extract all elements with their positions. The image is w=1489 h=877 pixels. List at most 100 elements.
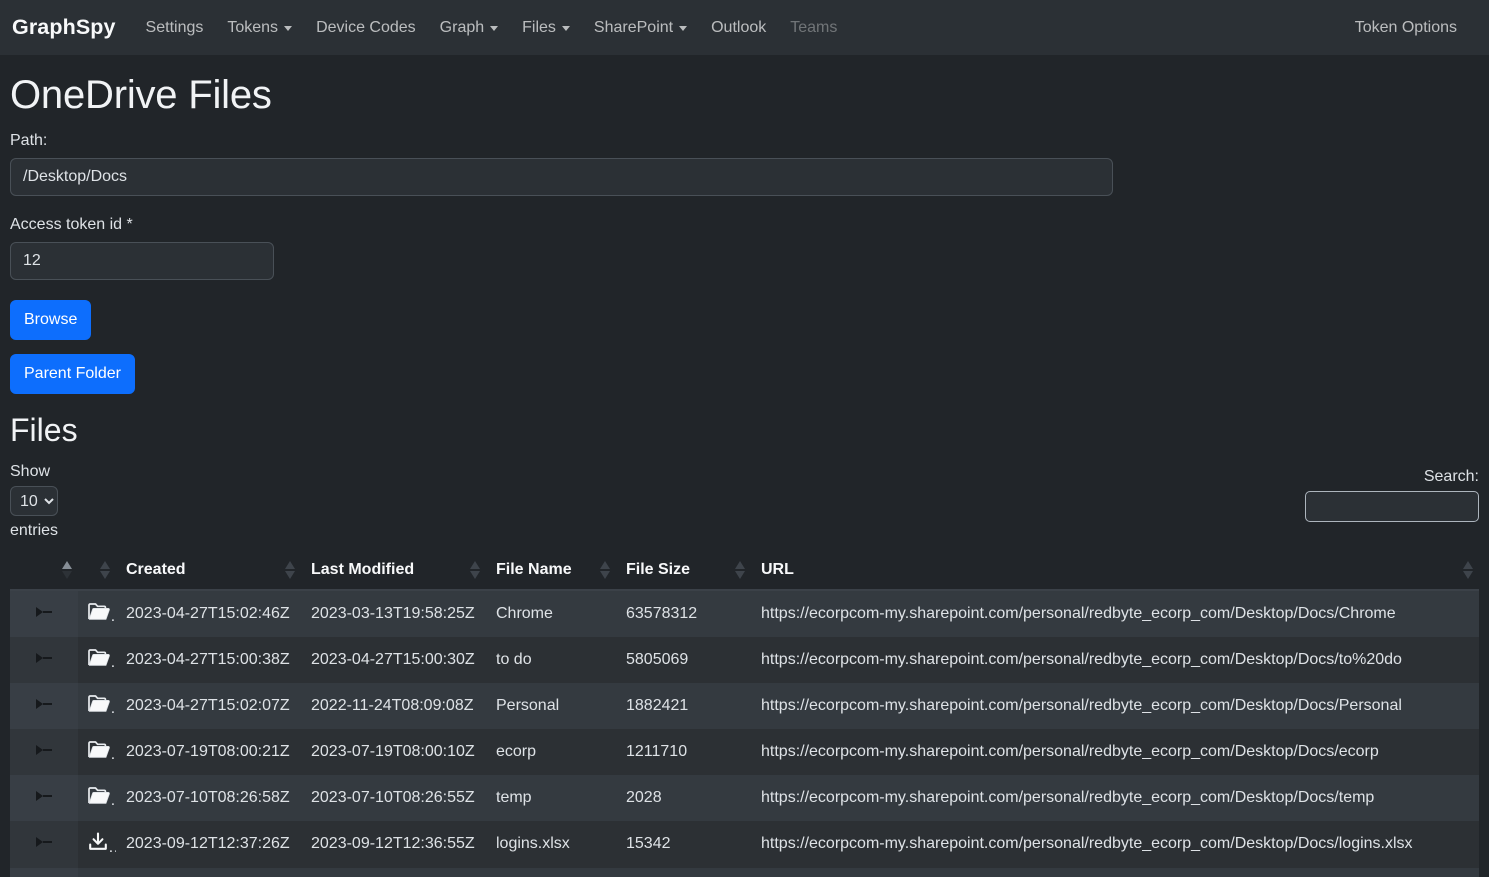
file-url-text[interactable]: https://ecorpcom-my.sharepoint.com/perso… [761, 651, 1402, 668]
sort-indicator-icon[interactable] [1463, 560, 1473, 580]
sort-indicator-icon[interactable] [470, 560, 480, 580]
expand-row-icon[interactable] [36, 606, 56, 618]
entries-label: entries [10, 522, 59, 540]
sort-indicator-icon[interactable] [285, 560, 295, 580]
nav-item-graph[interactable]: Graph [428, 15, 510, 41]
table-row[interactable]: 2023-04-27T15:02:46Z 2023-03-13T19:58:25Z… [10, 589, 1479, 637]
nav-item-label: Tokens [227, 18, 279, 36]
parent-folder-button[interactable]: Parent Folder [10, 354, 135, 394]
table-row[interactable]: 2023-04-27T15:00:38Z 2023-04-27T15:00:30Z… [10, 636, 1479, 683]
cell-url: https://ecorpcom-my.sharepoint.com/perso… [751, 590, 1479, 637]
folder-icon[interactable] [88, 602, 110, 621]
row-expand-cell[interactable] [10, 636, 78, 683]
row-icon-cell[interactable] [78, 683, 116, 729]
file-url-text[interactable]: https://ecorpcom-my.sharepoint.com/perso… [761, 835, 1413, 852]
nav-item-settings[interactable]: Settings [134, 15, 216, 41]
expand-row-icon[interactable] [36, 790, 56, 802]
table-row[interactable]: 2023-07-19T08:00:21Z 2023-07-19T08:00:10Z… [10, 728, 1479, 775]
folder-icon[interactable] [88, 740, 110, 759]
row-expand-cell[interactable] [10, 867, 78, 877]
table-row[interactable]: 2023-09-12T12:49:16Z2023-09-12T12:49:08Z… [10, 867, 1479, 877]
row-icon-cell[interactable] [78, 590, 116, 637]
files-table-head: Created Last Modified File Name File Size UR… [10, 550, 1479, 591]
cell-file-size: 15342 [626, 835, 671, 853]
main-navbar: GraphSpy Settings Tokens Device Codes Graph… [0, 0, 1489, 55]
nav-item-outlook[interactable]: Outlook [699, 15, 778, 41]
file-url-text[interactable]: https://ecorpcom-my.sharepoint.com/perso… [761, 743, 1379, 760]
expand-row-icon[interactable] [36, 836, 56, 848]
sort-indicator-icon[interactable] [62, 560, 72, 580]
path-input[interactable] [10, 158, 1113, 196]
path-label: Path: [10, 132, 48, 149]
expand-row-icon[interactable] [36, 698, 56, 710]
row-expand-cell[interactable] [10, 820, 78, 868]
cell-file-name: logins.xlsx [496, 835, 570, 853]
expand-row-icon[interactable] [36, 744, 56, 756]
nav-item-label: Graph [439, 18, 485, 36]
brand-logo[interactable]: GraphSpy [12, 15, 116, 40]
cell-last-modified: 2023-09-12T12:49:08Z [301, 868, 486, 877]
folder-icon[interactable] [88, 694, 110, 713]
cell-url: https://ecorpcom-my.sharepoint.com/perso… [751, 821, 1479, 868]
entries-length-control: Show 102550100 entries [10, 459, 130, 545]
row-expand-cell[interactable] [10, 774, 78, 821]
column-header-created[interactable]: Created [116, 550, 301, 591]
datatable-controls: Show 102550100 entries Search: [10, 459, 1479, 545]
browse-button[interactable]: Browse [10, 300, 92, 340]
chevron-down-icon [679, 26, 688, 31]
download-icon[interactable] [88, 832, 108, 852]
row-expand-cell[interactable] [10, 682, 78, 729]
cell-file-name: ecorp [496, 742, 537, 760]
column-header-size[interactable]: File Size [616, 550, 751, 591]
column-header-url[interactable]: URL [751, 550, 1479, 591]
nav-item-sharepoint[interactable]: SharePoint [582, 15, 699, 41]
nav-links: Settings Tokens Device Codes Graph Files Shar… [134, 15, 850, 41]
folder-icon[interactable] [88, 648, 110, 667]
cell-created: 2023-07-19T08:00:21Z [126, 742, 290, 760]
expand-row-icon[interactable] [36, 652, 56, 664]
access-token-id-label: Access token id * [10, 216, 133, 233]
nav-item-tokens[interactable]: Tokens [215, 15, 304, 41]
sort-indicator-icon[interactable] [100, 560, 110, 580]
files-table-body: 2023-04-27T15:02:46Z 2023-03-13T19:58:25Z… [10, 589, 1479, 877]
search-input[interactable] [1305, 491, 1479, 522]
folder-icon[interactable] [88, 786, 110, 805]
row-expand-cell[interactable] [10, 728, 78, 775]
nav-item-files[interactable]: Files [510, 15, 582, 41]
cell-last-modified: 2023-03-13T19:58:25Z [311, 604, 475, 622]
files-table: Created Last Modified File Name File Size UR… [10, 550, 1479, 877]
sort-indicator-icon[interactable] [600, 560, 610, 580]
nav-item-label: Device Codes [316, 18, 416, 36]
nav-item-device-codes[interactable]: Device Codes [304, 15, 428, 41]
sort-indicator-icon[interactable] [735, 560, 745, 580]
file-url-text[interactable]: https://ecorpcom-my.sharepoint.com/perso… [761, 789, 1374, 806]
column-header-label: Created [126, 560, 186, 578]
cell-file-size: 5805069 [626, 650, 689, 668]
files-section-title: Files [10, 412, 78, 448]
nav-item-token-options[interactable]: Token Options [1343, 15, 1469, 41]
page-title: OneDrive Files [10, 73, 272, 117]
column-header-name[interactable]: File Name [486, 550, 616, 591]
row-icon-cell[interactable] [78, 729, 116, 775]
file-url-text[interactable]: https://ecorpcom-my.sharepoint.com/perso… [761, 697, 1402, 714]
cell-url: https://ecorpcom-my.sharepoint.com/perso… [751, 729, 1479, 775]
row-expand-cell[interactable] [10, 589, 78, 637]
row-icon-cell[interactable] [78, 637, 116, 683]
column-header-icon[interactable] [78, 550, 116, 591]
row-icon-cell[interactable] [78, 775, 116, 821]
table-row[interactable]: 2023-09-12T12:37:26Z 2023-09-12T12:36:55Z… [10, 820, 1479, 868]
column-header-label: File Size [626, 560, 691, 578]
column-header-control[interactable] [10, 550, 78, 591]
row-icon-cell[interactable] [78, 868, 116, 877]
table-row[interactable]: 2023-07-10T08:26:58Z 2023-07-10T08:26:55Z… [10, 774, 1479, 821]
cell-created: 2023-09-12T12:37:26Z [126, 835, 290, 853]
cell-created: 2023-04-27T15:02:07Z [126, 696, 290, 714]
file-url-text[interactable]: https://ecorpcom-my.sharepoint.com/perso… [761, 605, 1396, 622]
entries-per-page-select[interactable]: 102550100 [10, 486, 58, 517]
row-icon-cell[interactable] [78, 821, 116, 868]
table-row[interactable]: 2023-04-27T15:02:07Z 2022-11-24T08:09:08Z… [10, 682, 1479, 729]
cell-created: 2023-04-27T15:02:46Z [126, 604, 290, 622]
nav-item-label: Settings [145, 18, 204, 36]
column-header-modified[interactable]: Last Modified [301, 550, 486, 591]
access-token-id-input[interactable] [10, 242, 274, 280]
